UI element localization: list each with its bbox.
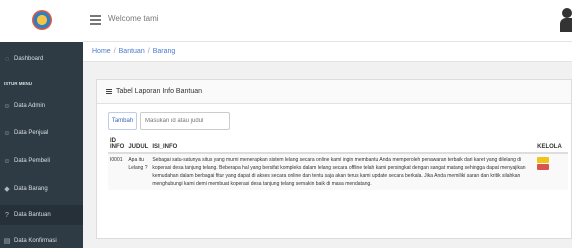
sidebar-item-label: Data Konfirmasi — [14, 238, 57, 244]
logo-area — [0, 0, 83, 42]
cell-isi: Sebagai satu-satunya situs yang murni me… — [152, 157, 526, 187]
column-header-id: ID INFO — [108, 136, 127, 154]
sidebar-section-label: ISTUR MENU — [4, 81, 32, 86]
column-header-isi: ISI_INFO — [150, 136, 536, 154]
column-header-judul: JUDUL — [126, 136, 151, 154]
cell-judul: Apa itu Lelang ? — [128, 157, 148, 171]
panel-title: Tabel Laporan Info Bantuan — [116, 88, 203, 95]
breadcrumb-separator: / — [147, 48, 150, 55]
table-row: I0001 Apa itu Lelang ? Sebagai satu-satu… — [108, 153, 568, 190]
sidebar-item-label: Data Bantuan — [14, 212, 51, 218]
sidebar-item-data-pembeli[interactable]: ☺ Data Pembeli — [0, 151, 83, 171]
app-logo[interactable] — [32, 10, 52, 30]
breadcrumb-home[interactable]: Home — [92, 48, 111, 55]
sidebar-item-data-barang[interactable]: ◆ Data Barang — [0, 179, 83, 199]
welcome-text: Welcome tami — [108, 14, 159, 23]
sidebar-item-label: Data Admin — [14, 103, 46, 109]
main-content: Home / Bantuan / Barang Tabel Laporan In… — [83, 42, 572, 248]
sidebar-item-label: Data Barang — [14, 186, 48, 192]
sidebar-item-data-penjual[interactable]: ☺ Data Penjual — [0, 123, 83, 143]
breadcrumb-bantuan[interactable]: Bantuan — [119, 48, 145, 55]
delete-button[interactable] — [537, 164, 550, 170]
sidebar-item-label: Data Pembeli — [14, 158, 51, 164]
panel-header: Tabel Laporan Info Bantuan — [97, 80, 571, 104]
sidebar-item-dashboard[interactable]: ◌ Dashboard — [0, 49, 83, 69]
user-icon: ☺ — [3, 157, 11, 165]
table-header-row: ID INFO JUDUL ISI_INFO KELOLA — [108, 136, 568, 154]
user-icon: ☺ — [3, 102, 11, 110]
breadcrumb-barang[interactable]: Barang — [153, 48, 176, 55]
table-toolbar: Tambah — [108, 112, 230, 130]
document-icon: ▤ — [3, 238, 11, 245]
cell-id: I0001 — [110, 157, 123, 163]
help-icon: ? — [5, 211, 9, 219]
search-input[interactable] — [140, 112, 230, 130]
cell-kelola — [535, 153, 568, 190]
tambah-button[interactable]: Tambah — [108, 112, 137, 130]
sidebar-item-data-bantuan[interactable]: ? Data Bantuan — [0, 205, 83, 225]
info-bantuan-panel: Tabel Laporan Info Bantuan Tambah ID INF… — [96, 79, 572, 239]
column-header-kelola: KELOLA — [535, 136, 568, 154]
edit-button[interactable] — [537, 157, 550, 163]
hamburger-menu-icon[interactable] — [90, 15, 101, 25]
breadcrumb-separator: / — [113, 48, 116, 55]
user-icon: ☺ — [3, 129, 11, 137]
top-navbar: Welcome tami — [0, 0, 572, 42]
sidebar: ◌ Dashboard ISTUR MENU ☺ Data Admin ☺ Da… — [0, 42, 83, 248]
sidebar-item-data-konfirmasi[interactable]: ▤ Data Konfirmasi — [0, 231, 83, 248]
sidebar-item-data-admin[interactable]: ☺ Data Admin — [0, 96, 83, 116]
tag-icon: ◆ — [4, 186, 10, 193]
dashboard-icon: ◌ — [4, 55, 10, 63]
table-list-icon — [106, 89, 112, 94]
breadcrumb: Home / Bantuan / Barang — [83, 42, 572, 62]
info-table: ID INFO JUDUL ISI_INFO KELOLA I0001 Apa … — [108, 136, 568, 190]
sidebar-item-label: Data Penjual — [14, 130, 49, 136]
sidebar-item-label: Dashboard — [14, 56, 44, 62]
user-avatar-icon[interactable] — [560, 8, 572, 32]
